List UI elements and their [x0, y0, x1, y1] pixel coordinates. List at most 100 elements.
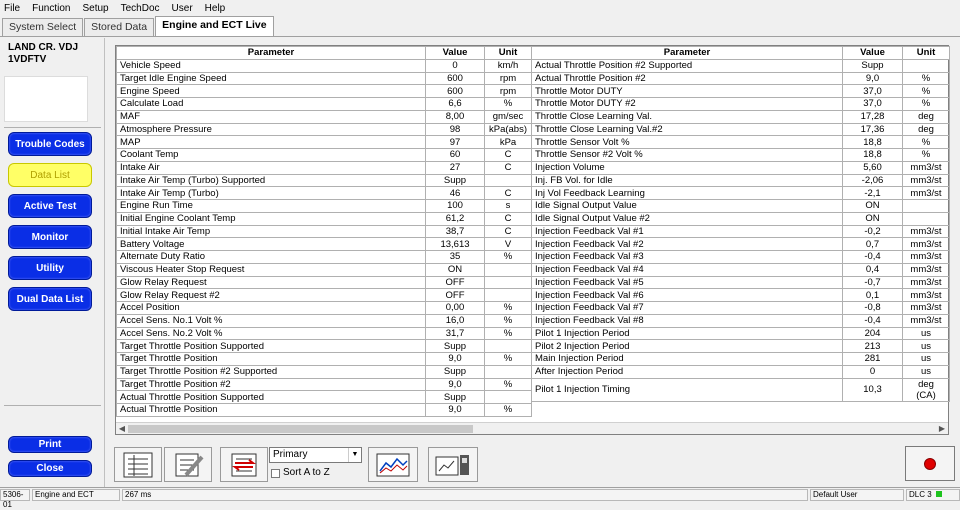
table-row[interactable]: Target Idle Engine Speed 600 rpm	[116, 71, 532, 86]
table-row[interactable]: Initial Engine Coolant Temp 61,2 C	[116, 211, 532, 226]
column-header-value[interactable]: Value	[842, 46, 903, 60]
value-cell: 13,613	[425, 237, 485, 251]
table-row[interactable]: Idle Signal Output Value ON	[531, 199, 950, 213]
table-row[interactable]: Intake Air 27 C	[116, 160, 532, 175]
table-row[interactable]: Throttle Close Learning Val. 17,28 deg	[531, 109, 950, 124]
table-row[interactable]: Battery Voltage 13,613 V	[116, 237, 532, 251]
table-row[interactable]: Atmosphere Pressure 98 kPa(abs)	[116, 122, 532, 137]
monitor-button[interactable]: Monitor	[8, 225, 92, 249]
column-header-parameter[interactable]: Parameter	[531, 46, 843, 60]
table-row[interactable]: Actual Throttle Position #2 Supported Sup…	[531, 58, 950, 73]
snapshot-button[interactable]	[428, 447, 478, 482]
table-row[interactable]: Vehicle Speed 0 km/h	[116, 58, 532, 73]
table-row[interactable]: Target Throttle Position #2 Supported Sup…	[116, 364, 532, 379]
unit-cell: C	[484, 148, 532, 162]
table-row[interactable]: Actual Throttle Position Supported Supp	[116, 390, 532, 404]
table-row[interactable]: Injection Feedback Val #2 0,7 mm3/st	[531, 237, 950, 251]
chevron-down-icon[interactable]: ▼	[348, 448, 361, 462]
table-row[interactable]: MAF 8,00 gm/sec	[116, 109, 532, 124]
scroll-right-icon[interactable]: ▶	[936, 423, 948, 435]
table-row[interactable]: Engine Speed 600 rpm	[116, 84, 532, 98]
table-row[interactable]: Intake Air Temp (Turbo) Supported Supp	[116, 173, 532, 188]
menu-user[interactable]: User	[172, 3, 193, 14]
column-header-unit[interactable]: Unit	[484, 46, 532, 60]
menu-setup[interactable]: Setup	[82, 3, 108, 14]
data-list-button[interactable]: Data List	[8, 163, 92, 187]
dual-data-list-button[interactable]: Dual Data List	[8, 287, 92, 311]
table-row[interactable]: Actual Throttle Position #2 9,0%	[531, 71, 950, 86]
table-row[interactable]: Calculate Load 6,6%	[116, 97, 532, 111]
menu-file[interactable]: File	[4, 3, 20, 14]
table-row[interactable]: After Injection Period 0 us	[531, 364, 950, 379]
parameter-cell: Engine Run Time	[116, 199, 426, 213]
table-row[interactable]: Idle Signal Output Value #2 ON	[531, 211, 950, 226]
table-row[interactable]: Inj. FB Vol. for Idle -2,06 mm3/st	[531, 173, 950, 188]
active-test-button[interactable]: Active Test	[8, 194, 92, 218]
table-row[interactable]: Pilot 1 Injection Timing 10,3 deg (CA)	[531, 377, 950, 402]
table-row[interactable]: Throttle Sensor Volt % 18,8%	[531, 135, 950, 149]
table-row[interactable]: Injection Feedback Val #5 -0,7 mm3/st	[531, 275, 950, 290]
table-row[interactable]: Accel Sens. No.1 Volt % 16,0%	[116, 313, 532, 328]
table-row[interactable]: Throttle Sensor #2 Volt % 18,8%	[531, 148, 950, 162]
menu-help[interactable]: Help	[205, 3, 226, 14]
list-mode-select[interactable]: Primary ▼	[269, 447, 362, 463]
unit-cell	[484, 275, 532, 290]
table-row[interactable]: Glow Relay Request OFF	[116, 275, 532, 290]
close-button[interactable]: Close	[8, 460, 92, 477]
parameter-cell: Actual Throttle Position Supported	[116, 390, 426, 404]
table-row[interactable]: Engine Run Time 100 s	[116, 199, 532, 213]
edit-list-button[interactable]	[164, 447, 212, 482]
table-row[interactable]: Target Throttle Position Supported Supp	[116, 339, 532, 353]
table-row[interactable]: Injection Feedback Val #7 -0,8 mm3/st	[531, 301, 950, 315]
table-row[interactable]: Throttle Close Learning Val.#2 17,36 deg	[531, 122, 950, 137]
tab-stored-data[interactable]: Stored Data	[84, 18, 155, 36]
table-row[interactable]: Pilot 2 Injection Period 213 us	[531, 339, 950, 353]
menu-techdoc[interactable]: TechDoc	[121, 3, 160, 14]
column-header-value[interactable]: Value	[425, 46, 485, 60]
utility-button[interactable]: Utility	[8, 256, 92, 280]
unit-cell: kPa(abs)	[484, 122, 532, 137]
table-row[interactable]: Coolant Temp 60 C	[116, 148, 532, 162]
table-row[interactable]: MAP 97 kPa	[116, 135, 532, 149]
graph-button[interactable]	[368, 447, 418, 482]
table-row[interactable]: Viscous Heater Stop Request ON	[116, 262, 532, 277]
table-row[interactable]: Injection Volume 5,60 mm3/st	[531, 160, 950, 175]
tab-system-select[interactable]: System Select	[2, 18, 84, 36]
column-header-parameter[interactable]: Parameter	[116, 46, 426, 60]
table-row[interactable]: Alternate Duty Ratio 35%	[116, 250, 532, 264]
table-row[interactable]: Injection Feedback Val #4 0,4 mm3/st	[531, 262, 950, 277]
unit-cell: C	[484, 186, 532, 200]
scrollbar-thumb[interactable]	[128, 425, 473, 433]
table-row[interactable]: Throttle Motor DUTY #2 37,0%	[531, 97, 950, 111]
scroll-left-icon[interactable]: ◀	[116, 423, 128, 435]
horizontal-scrollbar[interactable]: ◀ ▶	[116, 422, 948, 434]
sort-a-to-z-checkbox[interactable]	[271, 469, 280, 478]
table-row[interactable]: Injection Feedback Val #8 -0,4 mm3/st	[531, 313, 950, 328]
table-row[interactable]: Injection Feedback Val #1 -0,2 mm3/st	[531, 224, 950, 239]
unit-cell: %	[484, 301, 532, 315]
table-row[interactable]: Main Injection Period 281 us	[531, 352, 950, 366]
table-row[interactable]: Actual Throttle Position 9,0%	[116, 403, 532, 417]
table-row[interactable]: Inj Vol Feedback Learning -2,1 mm3/st	[531, 186, 950, 200]
table-row[interactable]: Glow Relay Request #2 OFF	[116, 288, 532, 302]
table-row[interactable]: Accel Position 0,00%	[116, 301, 532, 315]
print-button[interactable]: Print	[8, 436, 92, 453]
table-row[interactable]: Accel Sens. No.2 Volt % 31,7%	[116, 326, 532, 341]
table-row[interactable]: Injection Feedback Val #6 0,1 mm3/st	[531, 288, 950, 302]
swap-list-button[interactable]	[220, 447, 268, 482]
column-header-unit[interactable]: Unit	[902, 46, 950, 60]
table-row[interactable]: Intake Air Temp (Turbo) 46 C	[116, 186, 532, 200]
table-row[interactable]: Initial Intake Air Temp 38,7 C	[116, 224, 532, 239]
table-row[interactable]: Injection Feedback Val #3 -0,4 mm3/st	[531, 250, 950, 264]
table-row[interactable]: Throttle Motor DUTY 37,0%	[531, 84, 950, 98]
tab-engine-ect-live[interactable]: Engine and ECT Live	[155, 16, 274, 36]
parameter-cell: Injection Feedback Val #7	[531, 301, 843, 315]
trouble-codes-button[interactable]: Trouble Codes	[8, 132, 92, 156]
record-button[interactable]	[905, 446, 955, 481]
table-row[interactable]: Target Throttle Position #2 9,0%	[116, 377, 532, 392]
value-cell: 281	[842, 352, 903, 366]
menu-function[interactable]: Function	[32, 3, 70, 14]
table-row[interactable]: Pilot 1 Injection Period 204 us	[531, 326, 950, 341]
table-row[interactable]: Target Throttle Position 9,0%	[116, 352, 532, 366]
data-list-view-button[interactable]	[114, 447, 162, 482]
